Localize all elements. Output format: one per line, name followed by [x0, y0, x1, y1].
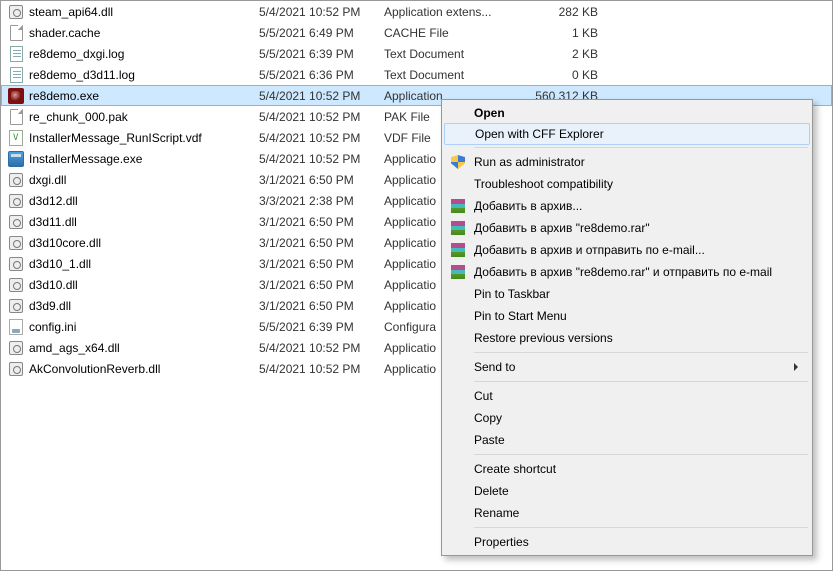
file-icon — [7, 151, 25, 167]
file-date: 5/4/2021 10:52 PM — [259, 131, 384, 145]
menu-open[interactable]: Open — [444, 102, 810, 124]
menu-rename[interactable]: Rename — [444, 502, 810, 524]
menu-troubleshoot[interactable]: Troubleshoot compatibility — [444, 173, 810, 195]
file-date: 3/1/2021 6:50 PM — [259, 299, 384, 313]
file-size: 0 KB — [524, 68, 614, 82]
file-name: dxgi.dll — [29, 173, 259, 187]
file-date: 3/1/2021 6:50 PM — [259, 173, 384, 187]
file-date: 3/3/2021 2:38 PM — [259, 194, 384, 208]
file-row[interactable]: steam_api64.dll5/4/2021 10:52 PMApplicat… — [1, 1, 832, 22]
menu-pin-taskbar[interactable]: Pin to Taskbar — [444, 283, 810, 305]
file-size: 282 KB — [524, 5, 614, 19]
file-date: 5/5/2021 6:39 PM — [259, 47, 384, 61]
file-date: 5/5/2021 6:49 PM — [259, 26, 384, 40]
menu-separator — [474, 381, 808, 382]
file-name: AkConvolutionReverb.dll — [29, 362, 259, 376]
file-size: 2 KB — [524, 47, 614, 61]
menu-rar-add-named[interactable]: Добавить в архив "re8demo.rar" — [444, 217, 810, 239]
file-name: InstallerMessage_RunIScript.vdf — [29, 131, 259, 145]
context-menu: Open Open with CFF Explorer Run as admin… — [441, 99, 813, 556]
file-icon — [7, 67, 25, 83]
file-icon — [7, 235, 25, 251]
file-name: d3d10core.dll — [29, 236, 259, 250]
winrar-icon — [449, 241, 467, 259]
file-name: d3d12.dll — [29, 194, 259, 208]
winrar-icon — [449, 197, 467, 215]
menu-rar-email-named[interactable]: Добавить в архив "re8demo.rar" и отправи… — [444, 261, 810, 283]
file-name: re8demo.exe — [29, 89, 259, 103]
file-date: 5/4/2021 10:52 PM — [259, 341, 384, 355]
chevron-right-icon — [794, 363, 802, 371]
file-row[interactable]: shader.cache5/5/2021 6:49 PMCACHE File1 … — [1, 22, 832, 43]
menu-delete[interactable]: Delete — [444, 480, 810, 502]
file-type: CACHE File — [384, 26, 524, 40]
shield-icon — [449, 153, 467, 171]
file-name: d3d10_1.dll — [29, 257, 259, 271]
file-icon — [7, 172, 25, 188]
file-date: 5/4/2021 10:52 PM — [259, 89, 384, 103]
file-date: 5/4/2021 10:52 PM — [259, 362, 384, 376]
menu-separator — [474, 352, 808, 353]
file-type: Application extens... — [384, 5, 524, 19]
file-date: 5/4/2021 10:52 PM — [259, 5, 384, 19]
menu-pin-start[interactable]: Pin to Start Menu — [444, 305, 810, 327]
file-date: 5/5/2021 6:36 PM — [259, 68, 384, 82]
file-date: 3/1/2021 6:50 PM — [259, 278, 384, 292]
file-icon — [7, 25, 25, 41]
file-type: Text Document — [384, 47, 524, 61]
file-icon — [7, 256, 25, 272]
menu-separator — [474, 454, 808, 455]
menu-copy[interactable]: Copy — [444, 407, 810, 429]
file-date: 3/1/2021 6:50 PM — [259, 257, 384, 271]
file-name: re_chunk_000.pak — [29, 110, 259, 124]
file-icon — [7, 46, 25, 62]
file-name: d3d10.dll — [29, 278, 259, 292]
file-icon — [7, 88, 25, 104]
file-icon — [7, 130, 25, 146]
file-name: shader.cache — [29, 26, 259, 40]
file-row[interactable]: re8demo_d3d11.log5/5/2021 6:36 PMText Do… — [1, 64, 832, 85]
file-icon — [7, 214, 25, 230]
file-icon — [7, 193, 25, 209]
file-icon — [7, 277, 25, 293]
file-date: 3/1/2021 6:50 PM — [259, 215, 384, 229]
menu-create-shortcut[interactable]: Create shortcut — [444, 458, 810, 480]
file-name: config.ini — [29, 320, 259, 334]
file-icon — [7, 340, 25, 356]
winrar-icon — [449, 263, 467, 281]
file-date: 3/1/2021 6:50 PM — [259, 236, 384, 250]
menu-separator — [474, 527, 808, 528]
file-name: d3d11.dll — [29, 215, 259, 229]
file-date: 5/5/2021 6:39 PM — [259, 320, 384, 334]
file-name: steam_api64.dll — [29, 5, 259, 19]
file-icon — [7, 361, 25, 377]
file-icon — [7, 4, 25, 20]
menu-separator — [474, 147, 808, 148]
menu-rar-email[interactable]: Добавить в архив и отправить по e-mail..… — [444, 239, 810, 261]
menu-rar-add[interactable]: Добавить в архив... — [444, 195, 810, 217]
menu-paste[interactable]: Paste — [444, 429, 810, 451]
file-row[interactable]: re8demo_dxgi.log5/5/2021 6:39 PMText Doc… — [1, 43, 832, 64]
file-date: 5/4/2021 10:52 PM — [259, 152, 384, 166]
menu-send-to[interactable]: Send to — [444, 356, 810, 378]
menu-open-cff[interactable]: Open with CFF Explorer — [444, 123, 810, 145]
menu-run-admin[interactable]: Run as administrator — [444, 151, 810, 173]
file-name: amd_ags_x64.dll — [29, 341, 259, 355]
file-icon — [7, 298, 25, 314]
file-name: InstallerMessage.exe — [29, 152, 259, 166]
menu-restore[interactable]: Restore previous versions — [444, 327, 810, 349]
winrar-icon — [449, 219, 467, 237]
menu-cut[interactable]: Cut — [444, 385, 810, 407]
file-name: re8demo_d3d11.log — [29, 68, 259, 82]
file-type: Text Document — [384, 68, 524, 82]
file-name: d3d9.dll — [29, 299, 259, 313]
file-icon — [7, 109, 25, 125]
file-icon — [7, 319, 25, 335]
file-size: 1 KB — [524, 26, 614, 40]
file-date: 5/4/2021 10:52 PM — [259, 110, 384, 124]
menu-properties[interactable]: Properties — [444, 531, 810, 553]
file-name: re8demo_dxgi.log — [29, 47, 259, 61]
